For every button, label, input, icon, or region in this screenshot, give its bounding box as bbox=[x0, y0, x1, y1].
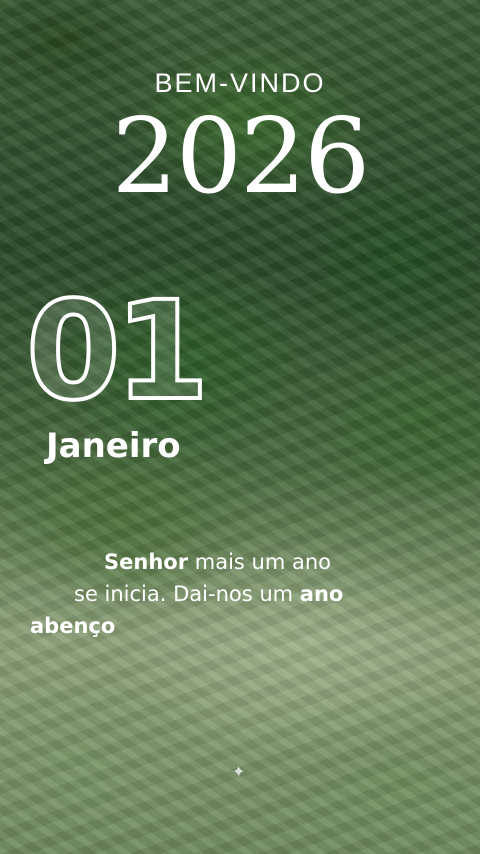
message-text: mais um ano bbox=[188, 550, 331, 574]
message-word: abenço bbox=[30, 614, 116, 638]
month-name: Janeiro bbox=[46, 426, 181, 466]
sparkle-icon: ✦ bbox=[232, 762, 246, 781]
message-word: ano bbox=[299, 582, 344, 606]
message-line-2: se inicia. Dai-nos um ano bbox=[74, 578, 343, 610]
story-screen: BEM-VINDO 2026 01 Janeiro Senhor mais um… bbox=[0, 0, 480, 854]
year-title: 2026 bbox=[111, 95, 371, 217]
message-word: Senhor bbox=[104, 550, 189, 574]
day-number: 01 bbox=[24, 273, 211, 431]
message-line-1: Senhor mais um ano bbox=[104, 546, 331, 578]
message-text: se inicia. Dai-nos um bbox=[74, 582, 300, 606]
message-line-3: abenço bbox=[30, 610, 115, 642]
